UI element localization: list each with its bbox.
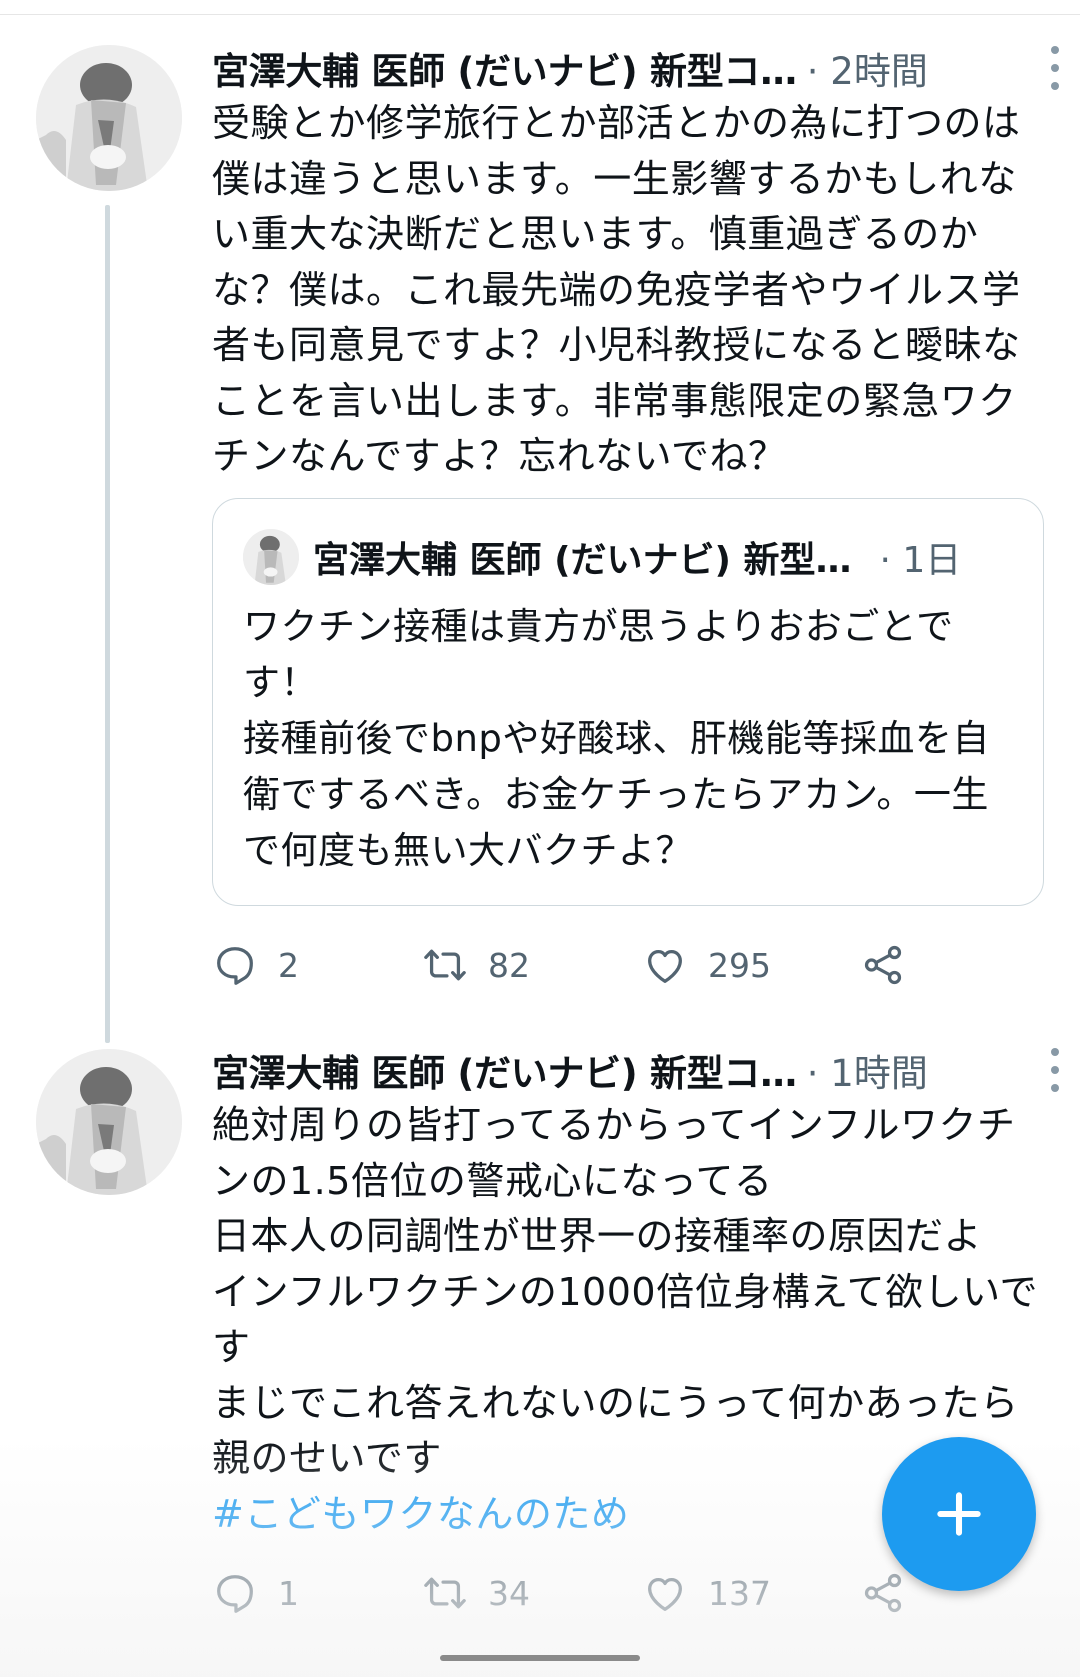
retweet-icon [424, 949, 466, 981]
like-button[interactable]: 137 [642, 1563, 771, 1623]
reply-button[interactable]: 1 [212, 1563, 299, 1623]
like-count: 137 [708, 1573, 771, 1613]
home-indicator[interactable] [440, 1655, 640, 1661]
more-icon[interactable] [1048, 46, 1062, 90]
share-icon [864, 1573, 902, 1613]
compose-icon [937, 1492, 981, 1536]
tweet-text: 受験とか修学旅行とか部活とかの為に打つのは僕は違うと思います。一生影響するかもし… [212, 101, 1021, 478]
quoted-header: 宮澤大輔 医師 (だいナビ) 新型… · 1日 [313, 527, 961, 587]
avatar-photo [36, 1049, 182, 1195]
reply-icon [217, 1575, 253, 1613]
tweet-header: 宮澤大輔 医師 (だいナビ) 新型コ… · 1時間 [212, 1040, 1060, 1100]
reply-count: 2 [278, 945, 299, 985]
like-icon [648, 949, 682, 983]
retweet-button[interactable]: 82 [422, 935, 530, 995]
quoted-tweet[interactable]: 宮澤大輔 医師 (だいナビ) 新型… · 1日 ワクチン接種は貴方が思うよりおお… [212, 498, 1044, 906]
like-count: 295 [708, 945, 771, 985]
timestamp[interactable]: · 2時間 [807, 41, 928, 95]
quoted-text: ワクチン接種は貴方が思うよりおおごとです！ 接種前後でbnpや好酸球、肝機能等採… [243, 605, 990, 872]
author-avatar[interactable] [36, 1049, 182, 1195]
more-icon[interactable] [1048, 1048, 1062, 1092]
retweet-count: 34 [488, 1573, 530, 1613]
reply-icon [217, 947, 253, 985]
tweet-header: 宮澤大輔 医師 (だいナビ) 新型コ… · 2時間 [212, 38, 1060, 98]
retweet-count: 82 [488, 945, 530, 985]
reply-count: 1 [278, 1573, 299, 1613]
timestamp[interactable]: · 1時間 [807, 1043, 928, 1097]
author-avatar[interactable] [36, 45, 182, 191]
retweet-button[interactable]: 34 [422, 1563, 530, 1623]
author-name[interactable]: 宮澤大輔 医師 (だいナビ) 新型コ… [212, 41, 797, 95]
retweet-icon [424, 1577, 466, 1609]
hashtag-link[interactable]: #こどもワクなんのため [212, 1492, 629, 1536]
action-bar: 2 82 295 [212, 935, 1032, 995]
thread-connector-line [105, 205, 110, 1043]
tweet-body: 絶対周りの皆打ってるからってインフルワクチンの1.5倍位の警戒心になってる 日本… [212, 1103, 1039, 1480]
like-button[interactable]: 295 [642, 935, 771, 995]
quoted-author-avatar [243, 529, 299, 585]
share-button[interactable] [860, 1563, 906, 1623]
quoted-timestamp: · 1日 [879, 540, 962, 581]
avatar-photo [36, 45, 182, 191]
share-button[interactable] [860, 935, 906, 995]
compose-tweet-button[interactable] [882, 1437, 1036, 1591]
author-name[interactable]: 宮澤大輔 医師 (だいナビ) 新型コ… [212, 1043, 797, 1097]
quoted-author-name: 宮澤大輔 医師 (だいナビ) 新型… [313, 540, 852, 581]
avatar-photo [243, 529, 299, 585]
like-icon [648, 1577, 682, 1611]
reply-button[interactable]: 2 [212, 935, 299, 995]
top-divider [0, 0, 1080, 15]
share-icon [864, 945, 902, 985]
